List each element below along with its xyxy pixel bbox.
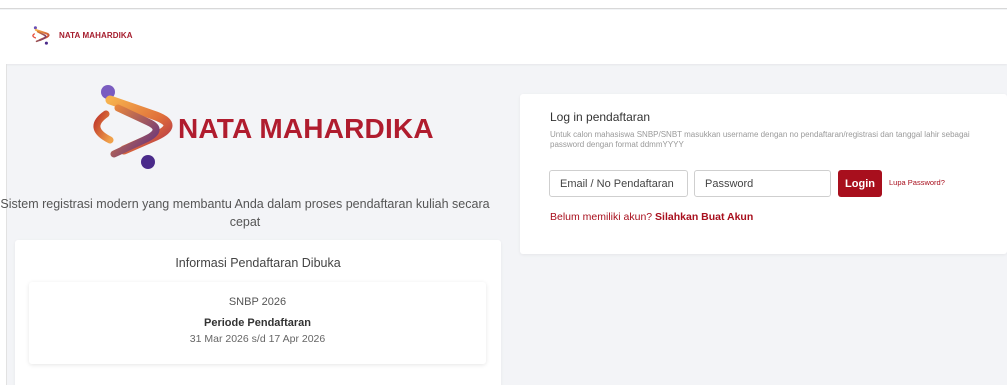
login-button[interactable]: Login	[838, 170, 882, 197]
period-label: Periode Pendaftaran	[204, 317, 311, 329]
period-name: SNBP 2026	[228, 296, 287, 308]
registration-info-card: Informasi Pendaftaran Dibuka SNBP 2026 P…	[15, 240, 501, 385]
register-link[interactable]: Silahkan Buat Akun	[655, 211, 753, 223]
register-prompt: Belum memiliki akun? Silahkan Buat Akun	[550, 211, 753, 223]
registration-period-item[interactable]: SNBP 2026 Periode Pendaftaran 31 Mar 202…	[29, 282, 486, 364]
nata-mahardika-logo-icon	[32, 26, 50, 45]
login-title: Log in pendaftaran	[550, 110, 651, 124]
hero-description: Sistem registrasi modern yang membantu A…	[0, 197, 490, 229]
login-hint: Untuk calon mahasiswa SNBP/SNBT masukkan…	[550, 130, 970, 149]
hero-title: NATA MAHARDIKA	[178, 113, 434, 144]
no-account-text: Belum memiliki akun?	[550, 211, 653, 223]
info-card-title: Informasi Pendaftaran Dibuka	[175, 256, 341, 270]
browser-top-edge	[0, 0, 1007, 9]
navbar-brand[interactable]: NATA MAHARDIKA	[31, 25, 133, 45]
top-navbar: NATA MAHARDIKA	[0, 10, 1007, 64]
navbar-brand-name: NATA MAHARDIKA	[59, 30, 133, 40]
hero-logo-icon	[93, 85, 173, 169]
login-card: Log in pendaftaran Untuk calon mahasiswa…	[520, 94, 1007, 254]
email-input[interactable]	[549, 170, 688, 197]
password-input[interactable]	[694, 170, 831, 197]
forgot-password-link[interactable]: Lupa Password?	[889, 178, 945, 187]
period-dates: 31 Mar 2026 s/d 17 Apr 2026	[189, 333, 326, 345]
